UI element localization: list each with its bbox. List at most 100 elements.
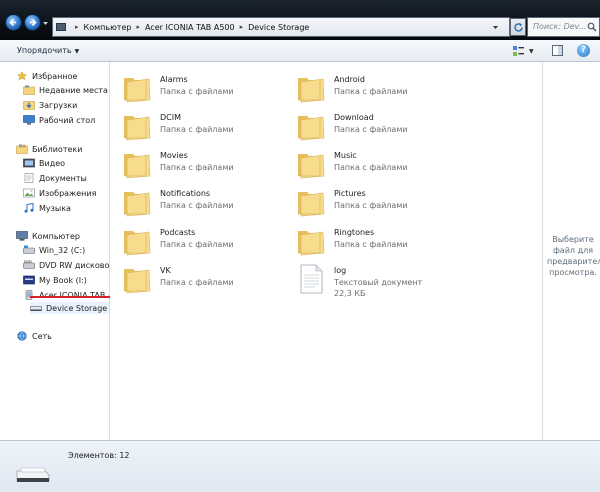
recent-places-icon bbox=[23, 85, 35, 95]
nav-favorites-label: Избранное bbox=[32, 71, 78, 81]
view-options-dropdown-icon[interactable]: ▼ bbox=[529, 48, 534, 55]
nav-libraries-label: Библиотеки bbox=[32, 144, 83, 154]
nav-item-label: Загрузки bbox=[39, 100, 78, 110]
svg-text:DVD: DVD bbox=[24, 260, 32, 264]
file-type: Папка с файлами bbox=[160, 201, 234, 210]
nav-downloads[interactable]: Загрузки bbox=[23, 99, 77, 111]
breadcrumb-device-storage[interactable]: Device Storage bbox=[246, 23, 311, 32]
nav-item-label: Видео bbox=[39, 158, 66, 168]
file-item-log[interactable]: log Текстовый документ 22,3 КБ bbox=[296, 261, 456, 298]
folder-icon bbox=[298, 154, 325, 179]
back-button[interactable] bbox=[5, 14, 22, 31]
file-type: Папка с файлами bbox=[160, 87, 234, 96]
folder-icon bbox=[298, 192, 325, 217]
file-item-download[interactable]: Download Папка с файлами bbox=[296, 108, 456, 144]
title-bar: ▸ Компьютер ▸ Acer ICONIA TAB A500 ▸ Dev… bbox=[0, 0, 600, 40]
history-dropdown-icon[interactable] bbox=[42, 20, 49, 27]
nav-documents[interactable]: Документы bbox=[23, 172, 87, 184]
nav-videos[interactable]: Видео bbox=[23, 157, 65, 169]
breadcrumb-computer[interactable]: Компьютер bbox=[82, 23, 134, 32]
file-type: Папка с файлами bbox=[334, 201, 408, 210]
file-type: Папка с файлами bbox=[160, 125, 234, 134]
nav-my-book[interactable]: My Book (I:) bbox=[23, 274, 87, 286]
folder-icon bbox=[298, 116, 325, 141]
nav-item-label: DVD RW дисковод bbox=[39, 260, 110, 270]
file-item-notifications[interactable]: Notifications Папка с файлами bbox=[122, 184, 282, 220]
chevron-down-icon: ▼ bbox=[74, 48, 80, 55]
file-item-dcim[interactable]: DCIM Папка с файлами bbox=[122, 108, 282, 144]
organize-label: Упорядочить bbox=[17, 46, 72, 55]
computer-icon bbox=[16, 231, 28, 241]
nav-libraries[interactable]: Библиотеки bbox=[16, 143, 82, 155]
breadcrumb-separator-icon[interactable]: ▸ bbox=[237, 23, 247, 31]
folder-icon bbox=[298, 231, 325, 256]
star-icon bbox=[17, 71, 27, 81]
file-item-music[interactable]: Music Папка с файлами bbox=[296, 146, 456, 182]
nav-network[interactable]: Сеть bbox=[16, 330, 52, 342]
computer-icon bbox=[56, 23, 66, 31]
breadcrumb-tablet[interactable]: Acer ICONIA TAB A500 bbox=[143, 23, 237, 32]
breadcrumb-separator-icon[interactable]: ▸ bbox=[133, 23, 143, 31]
file-list: Alarms Папка с файлами Android Папка с файл… bbox=[110, 62, 542, 440]
file-item-android[interactable]: Android Папка с файлами bbox=[296, 70, 456, 106]
file-type: Папка с файлами bbox=[334, 163, 408, 172]
file-item-vk[interactable]: VK Папка с файлами bbox=[122, 261, 282, 297]
file-item-alarms[interactable]: Alarms Папка с файлами bbox=[122, 70, 282, 106]
details-pane: Элементов: 12 bbox=[0, 440, 600, 492]
music-icon bbox=[24, 203, 34, 213]
folder-icon bbox=[124, 231, 151, 256]
file-name: Download bbox=[334, 113, 374, 122]
nav-drive-c[interactable]: Win_32 (C:) bbox=[23, 244, 85, 256]
file-name: Ringtones bbox=[334, 228, 375, 237]
command-bar: Упорядочить ▼ ▼ ? bbox=[0, 40, 600, 62]
nav-item-label: Документы bbox=[39, 173, 87, 183]
nav-acer-tablet[interactable]: Acer ICONIA TAB A500 bbox=[23, 289, 109, 301]
nav-music[interactable]: Музыка bbox=[23, 202, 71, 214]
nav-dvd-drive[interactable]: DVD DVD RW дисковод bbox=[23, 259, 110, 271]
nav-item-label: Недавние места bbox=[39, 85, 108, 95]
file-name: Podcasts bbox=[160, 228, 196, 237]
nav-recent-places[interactable]: Недавние места bbox=[23, 84, 108, 96]
nav-item-label: Device Storage bbox=[46, 303, 108, 313]
search-input[interactable]: Поиск: Dev... bbox=[527, 17, 600, 37]
search-icon[interactable] bbox=[587, 22, 597, 32]
nav-item-label: Изображения bbox=[39, 188, 97, 198]
file-type: Папка с файлами bbox=[334, 125, 408, 134]
file-size: 22,3 КБ bbox=[334, 289, 366, 298]
organize-button[interactable]: Упорядочить ▼ bbox=[17, 46, 79, 55]
desktop-icon bbox=[23, 115, 35, 125]
storage-icon bbox=[30, 306, 42, 311]
folder-icon bbox=[124, 154, 151, 179]
preview-pane-button[interactable] bbox=[552, 45, 563, 56]
nav-computer-label: Компьютер bbox=[32, 231, 80, 241]
forward-button[interactable] bbox=[24, 14, 41, 31]
nav-computer[interactable]: Компьютер bbox=[16, 230, 80, 242]
file-name: Android bbox=[334, 75, 365, 84]
file-item-podcasts[interactable]: Podcasts Папка с файлами bbox=[122, 223, 282, 259]
nav-pictures[interactable]: Изображения bbox=[23, 187, 96, 199]
file-item-pictures[interactable]: Pictures Папка с файлами bbox=[296, 184, 456, 220]
file-name: log bbox=[334, 266, 347, 275]
nav-device-storage[interactable]: Device Storage bbox=[30, 302, 109, 314]
nav-item-label: My Book (I:) bbox=[39, 275, 87, 285]
breadcrumb-separator-icon[interactable]: ▸ bbox=[72, 23, 82, 31]
file-item-ringtones[interactable]: Ringtones Папка с файлами bbox=[296, 223, 456, 259]
refresh-button[interactable] bbox=[510, 18, 526, 36]
nav-item-label: Рабочий стол bbox=[39, 115, 96, 125]
nav-desktop[interactable]: Рабочий стол bbox=[23, 114, 95, 126]
navigation-pane: Избранное Недавние места Загрузки Рабочи… bbox=[0, 62, 110, 440]
text-document-icon bbox=[300, 264, 323, 294]
file-name: Movies bbox=[160, 151, 188, 160]
file-name: Music bbox=[334, 151, 357, 160]
folder-icon bbox=[124, 192, 151, 217]
help-button[interactable]: ? bbox=[577, 44, 590, 57]
nav-item-label: Acer ICONIA TAB A500 bbox=[39, 290, 109, 300]
downloads-folder-icon bbox=[23, 101, 35, 110]
file-name: Notifications bbox=[160, 189, 211, 198]
file-item-movies[interactable]: Movies Папка с файлами bbox=[122, 146, 282, 182]
nav-favorites[interactable]: Избранное bbox=[16, 70, 77, 82]
folder-icon bbox=[124, 269, 151, 294]
address-dropdown-icon[interactable] bbox=[492, 24, 499, 31]
view-options-icon[interactable] bbox=[512, 45, 525, 57]
address-bar[interactable]: ▸ Компьютер ▸ Acer ICONIA TAB A500 ▸ Dev… bbox=[52, 17, 510, 37]
